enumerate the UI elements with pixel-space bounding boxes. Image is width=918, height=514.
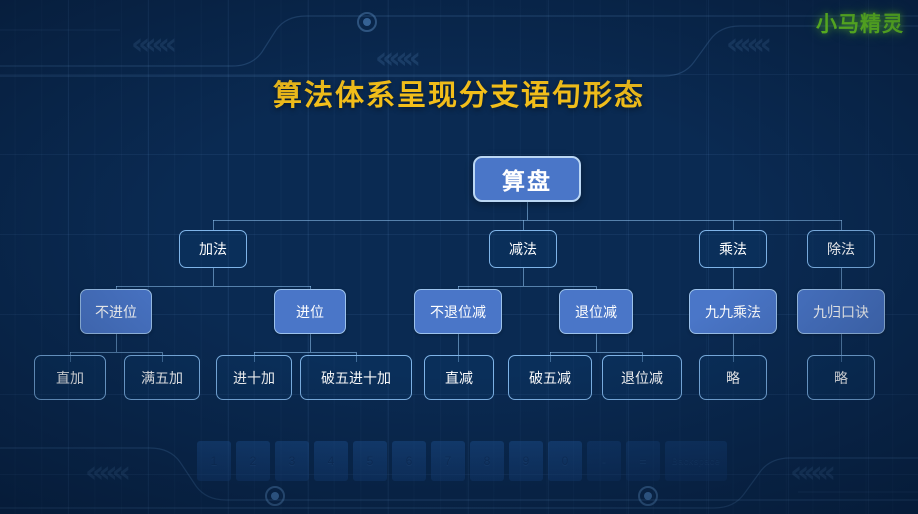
tree-node-direct-subtract[interactable]: 直减 [424, 355, 494, 400]
connector [116, 334, 117, 352]
algorithm-tree: 算盘 加法 减法 乘法 除法 不进位 进位 不退位减 退位减 九九乘法 九归口诀… [0, 0, 918, 514]
connector [70, 352, 162, 353]
tree-node-root[interactable]: 算盘 [473, 156, 581, 202]
connector [523, 268, 524, 286]
tree-node-carry-ten-add[interactable]: 进十加 [216, 355, 292, 400]
connector [733, 220, 734, 230]
connector [213, 220, 842, 221]
connector [527, 202, 528, 220]
connector [550, 352, 642, 353]
connector [310, 334, 311, 352]
connector [116, 286, 311, 287]
tree-node-no-borrow-subtract[interactable]: 不退位减 [414, 289, 502, 334]
tree-node-omitted-multiplication[interactable]: 略 [699, 355, 767, 400]
connector [213, 268, 214, 286]
tree-node-omitted-division[interactable]: 略 [807, 355, 875, 400]
tree-node-direct-add[interactable]: 直加 [34, 355, 106, 400]
connector [523, 220, 524, 230]
tree-node-full-five-add[interactable]: 满五加 [124, 355, 200, 400]
connector [841, 220, 842, 230]
tree-node-division-rhyme[interactable]: 九归口诀 [797, 289, 885, 334]
tree-node-multiplication-table[interactable]: 九九乘法 [689, 289, 777, 334]
connector [213, 220, 214, 230]
tree-node-break-five-subtract[interactable]: 破五减 [508, 355, 592, 400]
tree-node-carry[interactable]: 进位 [274, 289, 346, 334]
connector [254, 352, 356, 353]
tree-node-borrow-subtract[interactable]: 退位减 [559, 289, 633, 334]
tree-node-division[interactable]: 除法 [807, 230, 875, 268]
slide-canvas: ««« ««« ««« ««« ««« 1 2 3 4 5 6 7 8 9 0 … [0, 0, 918, 514]
tree-node-addition[interactable]: 加法 [179, 230, 247, 268]
tree-node-break-five-carry-ten-add[interactable]: 破五进十加 [300, 355, 412, 400]
connector [458, 286, 596, 287]
tree-node-subtraction[interactable]: 减法 [489, 230, 557, 268]
tree-node-borrow-subtract-leaf[interactable]: 退位减 [602, 355, 682, 400]
connector [596, 334, 597, 352]
tree-node-multiplication[interactable]: 乘法 [699, 230, 767, 268]
tree-node-no-carry[interactable]: 不进位 [80, 289, 152, 334]
